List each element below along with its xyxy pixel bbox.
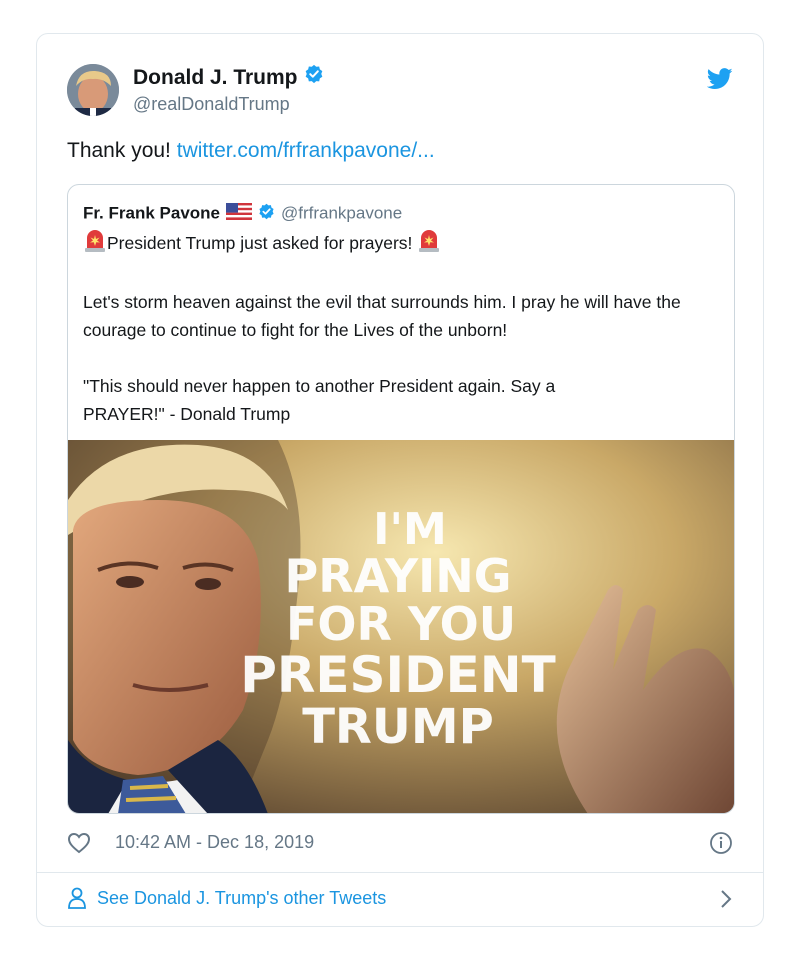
author-avatar[interactable]	[67, 64, 119, 116]
tweet-text: Thank you! twitter.com/frfrankpavone/...	[67, 139, 435, 163]
quoted-media-image[interactable]: I'M PRAYING FOR YOU PRESIDENT TRUMP	[68, 440, 734, 813]
police-light-emoji	[417, 230, 441, 260]
image-line-1: I'M	[373, 504, 447, 555]
quoted-text: President Trump just asked for prayers! …	[83, 229, 723, 428]
verified-badge-icon	[258, 203, 275, 225]
verified-badge-icon	[304, 64, 324, 90]
quoted-author-name[interactable]: Fr. Frank Pavone	[83, 203, 220, 222]
quoted-author-handle[interactable]: @frfrankpavone	[281, 203, 402, 222]
tweet-footer: 10:42 AM - Dec 18, 2019	[67, 829, 733, 859]
author-handle[interactable]: @realDonaldTrump	[133, 94, 290, 115]
quoted-paragraph-2: Let's storm heaven against the evil that…	[83, 292, 681, 340]
image-line-2: PRAYING	[284, 549, 511, 603]
twitter-bird-icon[interactable]	[706, 68, 733, 95]
quoted-header: Fr. Frank Pavone @frfrankpavone	[83, 203, 402, 225]
police-light-emoji	[83, 230, 107, 260]
tweet-header: Donald J. Trump @realDonaldTrump	[67, 64, 733, 124]
image-line-4: PRESIDENT	[240, 646, 556, 704]
see-other-tweets-label[interactable]: See Donald J. Trump's other Tweets	[97, 888, 386, 909]
heart-icon[interactable]	[67, 832, 91, 859]
quoted-line-1-text: President Trump just asked for prayers!	[107, 233, 413, 253]
quoted-tweet[interactable]: Fr. Frank Pavone @frfrankpavone President…	[67, 184, 735, 814]
footer-divider	[37, 872, 763, 873]
see-other-tweets-link[interactable]: See Donald J. Trump's other Tweets	[67, 884, 733, 916]
person-icon	[67, 887, 87, 914]
tweet-timestamp[interactable]: 10:42 AM - Dec 18, 2019	[115, 832, 314, 853]
author-name-text[interactable]: Donald J. Trump	[133, 66, 298, 89]
tweet-body: Thank you!	[67, 139, 171, 162]
tweet-link[interactable]: twitter.com/frfrankpavone/...	[177, 139, 435, 162]
quoted-paragraph-3b: PRAYER!" - Donald Trump	[83, 404, 291, 424]
info-icon[interactable]	[709, 831, 733, 860]
quoted-paragraph-3a: "This should never happen to another Pre…	[83, 376, 556, 396]
image-line-3: FOR YOU	[286, 597, 516, 651]
us-flag-emoji	[226, 203, 252, 225]
embedded-tweet-card: Donald J. Trump @realDonaldTrump Thank y…	[36, 33, 764, 927]
quoted-line-1: President Trump just asked for prayers!	[83, 229, 723, 260]
image-line-5: TRUMP	[302, 699, 494, 755]
author-name[interactable]: Donald J. Trump	[133, 64, 324, 90]
chevron-right-icon[interactable]	[719, 889, 733, 914]
